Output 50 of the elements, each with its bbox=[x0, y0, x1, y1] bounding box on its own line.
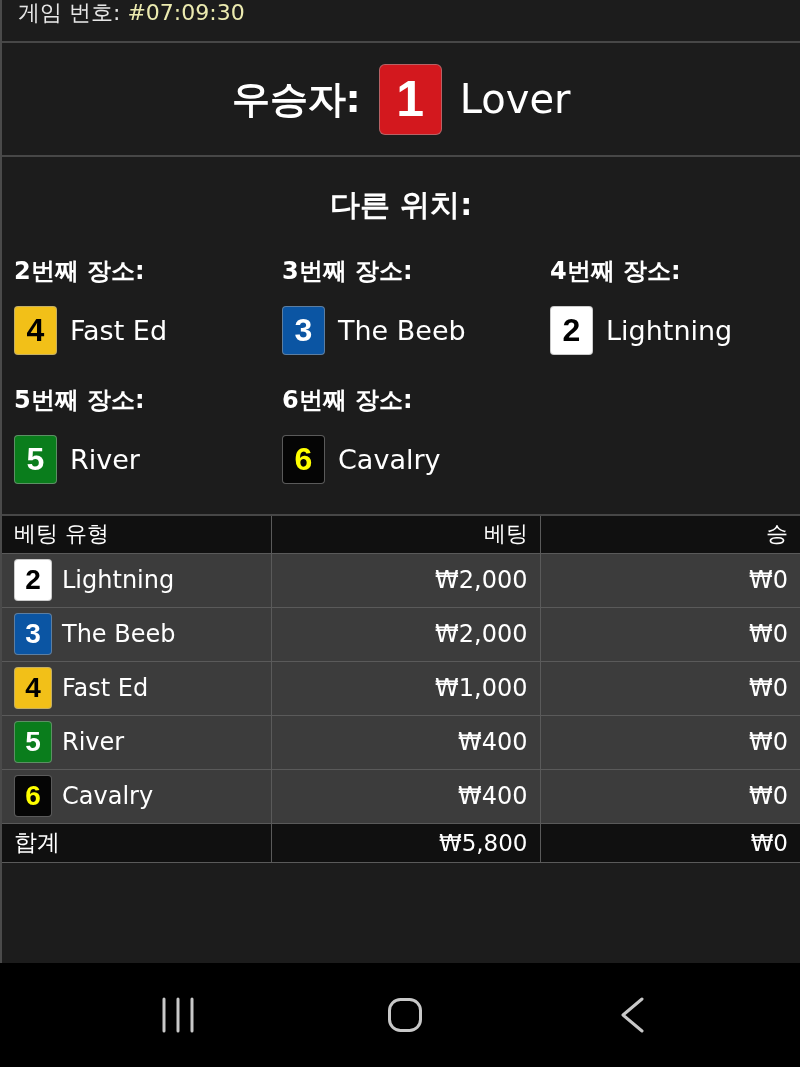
runner-number-badge: 2 bbox=[14, 559, 52, 601]
runner-number-badge: 3 bbox=[282, 306, 325, 355]
runner-name: The Beeb bbox=[338, 315, 466, 346]
table-cell: ₩2,000 bbox=[271, 607, 540, 661]
winner-name: Lover bbox=[459, 76, 571, 122]
runner-number-badge: 4 bbox=[14, 667, 52, 709]
table-cell: ₩1,000 bbox=[271, 661, 540, 715]
table-cell: ₩0 bbox=[540, 661, 800, 715]
table-cell: ₩0 bbox=[540, 823, 800, 862]
table-cell: ₩400 bbox=[271, 715, 540, 769]
runner-name: River bbox=[62, 728, 125, 756]
runner-number-badge: 5 bbox=[14, 435, 57, 484]
place-label: 2번째 장소: bbox=[14, 256, 145, 286]
runner-number-badge: 4 bbox=[14, 306, 57, 355]
home-icon[interactable] bbox=[388, 998, 422, 1032]
runner-name: River bbox=[70, 444, 140, 475]
runner-number-badge: 6 bbox=[282, 435, 325, 484]
column-header: 베팅 유형 bbox=[2, 515, 271, 553]
winner-label: 우승자: bbox=[231, 75, 361, 123]
place-label: 6번째 장소: bbox=[282, 385, 413, 415]
back-icon[interactable] bbox=[620, 997, 644, 1033]
recent-apps-icon[interactable] bbox=[160, 997, 196, 1033]
place-label: 4번째 장소: bbox=[550, 256, 681, 286]
table-cell: ₩0 bbox=[540, 769, 800, 823]
runner-name: Fast Ed bbox=[70, 315, 168, 346]
runner-name: The Beeb bbox=[62, 620, 176, 648]
total-label-cell: 합계 bbox=[2, 823, 271, 862]
runner-name: Lightning bbox=[62, 566, 175, 594]
runner-number-badge: 2 bbox=[550, 306, 593, 355]
runner-number-badge: 1 bbox=[378, 63, 442, 135]
table-cell: ₩2,000 bbox=[271, 553, 540, 607]
place-label: 3번째 장소: bbox=[282, 256, 413, 286]
column-header: 베팅 bbox=[271, 515, 540, 553]
table-cell: ₩400 bbox=[271, 769, 540, 823]
runner-name: Lightning bbox=[606, 315, 733, 346]
place-label: 5번째 장소: bbox=[14, 385, 145, 415]
other-positions-title: 다른 위치: bbox=[328, 186, 474, 224]
runner-name: Cavalry bbox=[62, 782, 154, 810]
table-cell: ₩0 bbox=[540, 553, 800, 607]
runner-name: Cavalry bbox=[338, 444, 441, 475]
runner-number-badge: 3 bbox=[14, 613, 52, 655]
column-header: 승 bbox=[540, 515, 800, 553]
game-number-label: 게임 번호: bbox=[18, 0, 121, 26]
table-cell: ₩5,800 bbox=[271, 823, 540, 862]
runner-number-badge: 6 bbox=[14, 775, 52, 817]
game-number-value: #07:09:30 bbox=[127, 0, 245, 26]
runner-number-badge: 5 bbox=[14, 721, 52, 763]
table-cell: ₩0 bbox=[540, 607, 800, 661]
runner-name: Fast Ed bbox=[62, 674, 149, 702]
table-cell: ₩0 bbox=[540, 715, 800, 769]
